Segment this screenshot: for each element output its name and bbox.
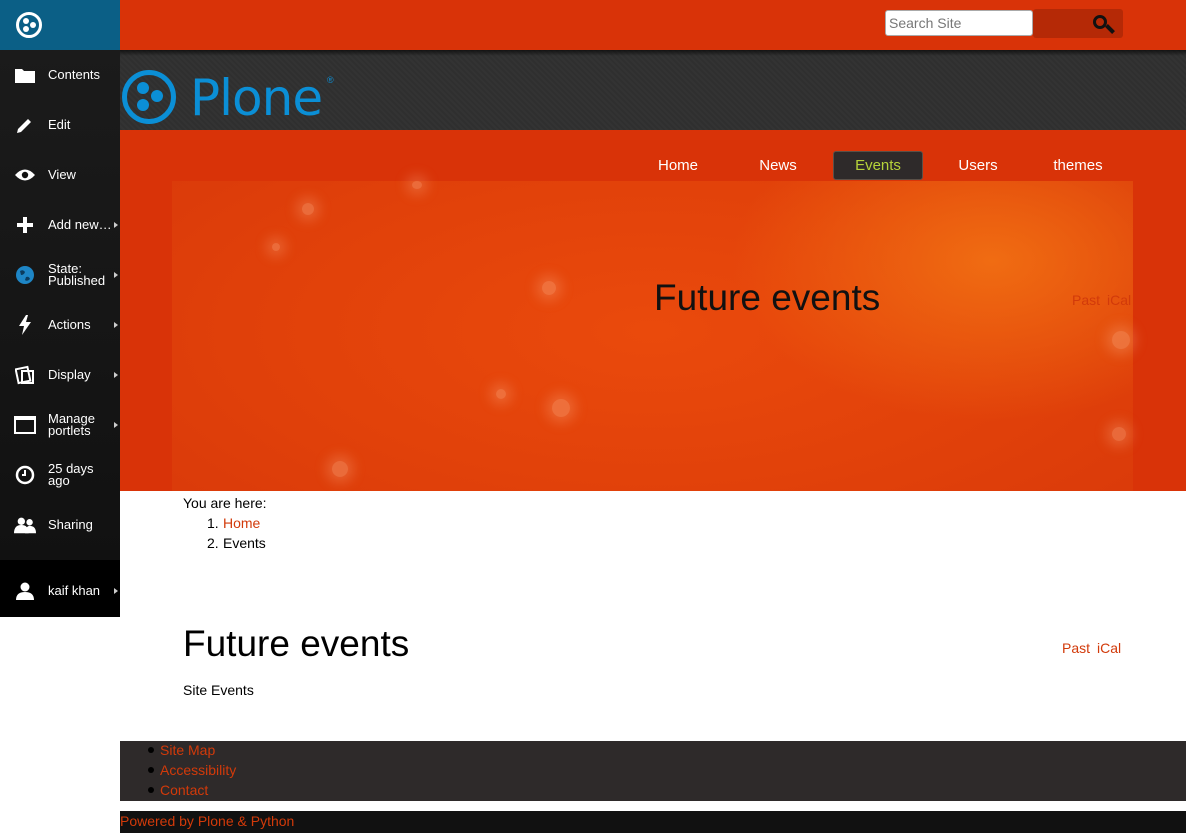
toolbar-item-label: Contents (48, 67, 101, 82)
submenu-caret-icon (114, 422, 118, 428)
footer-item: Contact (147, 780, 236, 800)
main-navigation: Home News Events Users themes (120, 130, 1186, 182)
globe-icon (14, 264, 36, 286)
toolbar-item-label: Sharing (48, 517, 93, 532)
toolbar-item-edit[interactable]: Edit (0, 100, 120, 150)
logo-bar: Plone ® (120, 50, 1186, 130)
submenu-caret-icon (114, 588, 118, 594)
people-icon (14, 514, 36, 536)
breadcrumb-number: 2. (207, 535, 219, 551)
display-icon (14, 364, 36, 386)
hero-title: Future events (654, 277, 881, 318)
user-icon (14, 580, 36, 602)
hero-ical-link[interactable]: iCal (1107, 292, 1131, 308)
nav-item-users[interactable]: Users (933, 151, 1023, 180)
nav-item-home[interactable]: Home (633, 151, 723, 180)
toolbar-item-label: Manage portlets (48, 411, 95, 438)
toolbar-item-add-new[interactable]: Add new… (0, 200, 120, 250)
nav-item-news[interactable]: News (733, 151, 823, 180)
site-logo-text: Plone (190, 69, 323, 127)
hero-banner: Future events Past iCal (120, 181, 1186, 491)
breadcrumb-item: 1. Home (183, 513, 383, 533)
pencil-icon (14, 114, 36, 136)
submenu-caret-icon (114, 272, 118, 278)
breadcrumb-number: 1. (207, 515, 219, 531)
submenu-caret-icon (114, 372, 118, 378)
event-listing-links: Past iCal (1062, 640, 1128, 656)
top-bar (120, 0, 1186, 50)
folder-icon (14, 64, 36, 86)
toolbar-item-label: Actions (48, 317, 91, 332)
submenu-caret-icon (114, 222, 118, 228)
toolbar-user-name: kaif khan (48, 583, 101, 598)
toolbar-logo-button[interactable] (0, 0, 120, 56)
nav-item-events[interactable]: Events (833, 151, 923, 180)
site-logo[interactable]: Plone ® (120, 69, 350, 127)
registered-mark: ® (327, 75, 334, 85)
bolt-icon (14, 314, 36, 336)
toolbar-item-view[interactable]: View (0, 150, 120, 200)
plone-logo-icon (122, 70, 176, 124)
search-input[interactable] (885, 10, 1033, 36)
hero-past-link[interactable]: Past (1072, 292, 1100, 308)
eye-icon (14, 164, 36, 186)
footer-link-contact[interactable]: Contact (160, 782, 208, 798)
breadcrumb-item: 2. Events (183, 533, 383, 553)
toolbar-item-sharing[interactable]: Sharing (0, 500, 120, 550)
footer-item: Site Map (147, 740, 236, 760)
clock-icon (14, 464, 36, 486)
toolbar-item-label: State: Published (48, 261, 106, 288)
plone-logo-icon (16, 12, 42, 38)
toolbar-item-contents[interactable]: Contents (0, 50, 120, 100)
plus-icon (14, 214, 36, 236)
nav-item-themes[interactable]: themes (1033, 151, 1123, 180)
breadcrumb-current: Events (223, 535, 266, 551)
search-button[interactable] (1033, 9, 1123, 38)
toolbar-item-state[interactable]: State: Published (0, 250, 120, 300)
toolbar-item-history[interactable]: 25 days ago (0, 450, 120, 500)
page-description: Site Events (183, 682, 254, 698)
window-icon (14, 414, 36, 436)
site-footer: Site Map Accessibility Contact (120, 741, 1186, 801)
page-title: Future events (183, 623, 410, 664)
breadcrumb: You are here: 1. Home 2. Events (183, 493, 267, 551)
past-events-link[interactable]: Past (1062, 640, 1090, 656)
footer-link-accessibility[interactable]: Accessibility (160, 762, 236, 778)
footer-item: Accessibility (147, 760, 236, 780)
colophon: Powered by Plone & Python (120, 811, 1186, 833)
submenu-caret-icon (114, 322, 118, 328)
hero-background (172, 181, 1133, 491)
breadcrumb-home-link[interactable]: Home (223, 515, 260, 531)
toolbar-item-label: 25 days ago (48, 461, 94, 488)
powered-by-link[interactable]: Powered by Plone & Python (120, 813, 294, 829)
plone-toolbar: Contents Edit View Add new… State: Publi… (0, 0, 120, 617)
toolbar-user-menu[interactable]: kaif khan (0, 565, 120, 617)
toolbar-item-label: Display (48, 367, 91, 382)
toolbar-item-display[interactable]: Display (0, 350, 120, 400)
footer-link-site-map[interactable]: Site Map (160, 742, 215, 758)
toolbar-item-label: Add new… (48, 217, 112, 232)
toolbar-item-manage-portlets[interactable]: Manage portlets (0, 400, 120, 450)
toolbar-item-actions[interactable]: Actions (0, 300, 120, 350)
toolbar-item-label: Edit (48, 117, 71, 132)
ical-link[interactable]: iCal (1097, 640, 1121, 656)
hero-links: Past iCal (1072, 292, 1138, 308)
breadcrumb-label: You are here: (183, 495, 267, 511)
toolbar-menu: Contents Edit View Add new… State: Publi… (0, 50, 120, 560)
toolbar-item-label: View (48, 167, 76, 182)
